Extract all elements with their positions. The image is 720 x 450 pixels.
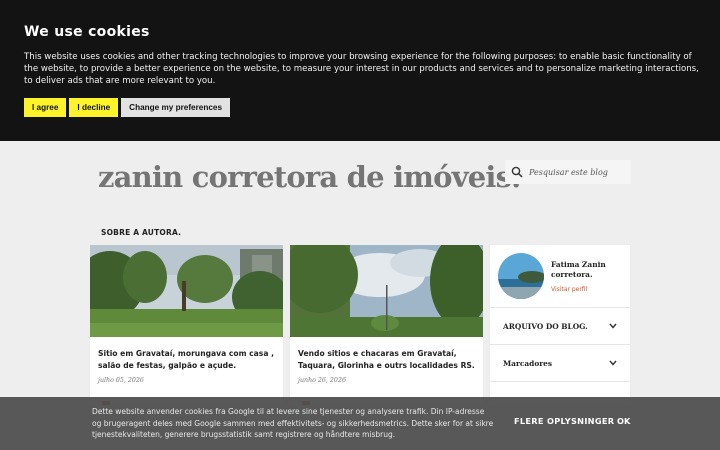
labels-label[interactable]: Marcadores: [503, 359, 552, 368]
profile-name[interactable]: Fatima Zanin corretora.: [551, 260, 630, 280]
labels-section[interactable]: Marcadores: [490, 345, 630, 382]
search-box[interactable]: Pesquisar este blog: [505, 160, 631, 184]
post-date: julho 05, 2026: [98, 376, 144, 384]
avatar[interactable]: [498, 253, 544, 299]
search-placeholder[interactable]: Pesquisar este blog: [529, 168, 608, 177]
post-thumbnail[interactable]: [90, 245, 283, 337]
decline-button[interactable]: I decline: [69, 98, 119, 117]
google-cookie-bar: Dette website anvender cookies fra Googl…: [0, 397, 720, 450]
change-preferences-button[interactable]: Change my preferences: [121, 98, 231, 117]
chevron-down-icon[interactable]: [608, 321, 618, 331]
consent-text: This website uses cookies and other trac…: [24, 52, 699, 86]
nav-about-author[interactable]: SOBRE A AUTORA.: [101, 228, 181, 237]
archive-label[interactable]: ARQUIVO DO BLOG.: [503, 322, 588, 331]
archive-section[interactable]: ARQUIVO DO BLOG.: [490, 308, 630, 345]
blog-title[interactable]: zanin corretora de imóveis.: [98, 160, 521, 194]
post-thumbnail[interactable]: [290, 245, 483, 337]
sidebar: Fatima Zanin corretora. Visitar perfil A…: [490, 245, 630, 405]
post-title[interactable]: Vendo sitios e chacaras em Gravataí, Taq…: [290, 337, 483, 373]
post-date: junho 26, 2026: [298, 376, 346, 384]
more-info-link[interactable]: FLERE OPLYSNINGER: [514, 416, 614, 426]
cookie-consent-banner: We use cookies This website uses cookies…: [0, 0, 720, 141]
ok-button[interactable]: OK: [617, 416, 630, 426]
search-icon[interactable]: [505, 160, 529, 184]
consent-title: We use cookies: [24, 24, 150, 40]
post-title[interactable]: Sitio em Gravataí, morungava com casa , …: [90, 337, 283, 373]
chevron-down-icon[interactable]: [608, 358, 618, 368]
google-cookie-text: Dette website anvender cookies fra Googl…: [92, 407, 494, 439]
visit-profile-link[interactable]: Visitar perfil: [551, 286, 587, 293]
agree-button[interactable]: I agree: [24, 98, 67, 117]
post-card[interactable]: Sitio em Gravataí, morungava com casa , …: [90, 245, 283, 405]
consent-buttons: I agree I decline Change my preferences: [24, 98, 696, 117]
profile-widget: Fatima Zanin corretora. Visitar perfil: [490, 245, 630, 308]
post-card[interactable]: Vendo sitios e chacaras em Gravataí, Taq…: [290, 245, 483, 405]
